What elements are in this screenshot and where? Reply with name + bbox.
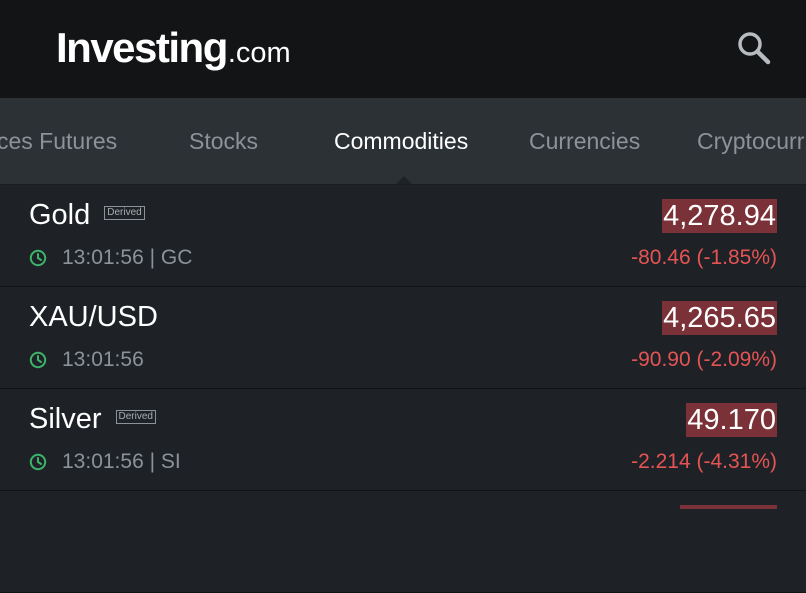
clock-icon [29, 249, 47, 267]
instrument-name: Gold [29, 199, 91, 231]
tab-stocks[interactable]: Stocks [189, 98, 258, 184]
instrument-name-wrap: Silver Derived [29, 403, 156, 436]
tab-indices-futures[interactable]: ces Futures [0, 98, 117, 184]
instrument-price: 49.170 [686, 403, 777, 437]
instrument-change: -90.90 (-2.09%) [631, 348, 777, 371]
instrument-change: -2.214 (-4.31%) [631, 450, 777, 473]
instrument-list: Gold Derived 13:01:56 | GC 4,278.94 -80.4… [0, 185, 806, 593]
instrument-row[interactable]: XAU/USD 13:01:56 4,265.65 -90.90 (-2.09%… [0, 287, 806, 389]
logo-main-text: Investing [56, 24, 228, 71]
clock-icon [29, 351, 47, 369]
tab-currencies[interactable]: Currencies [529, 98, 640, 184]
instrument-time-symbol: 13:01:56 | GC [62, 246, 193, 269]
tab-cryptocurrency[interactable]: Cryptocurr [697, 98, 804, 184]
instrument-row[interactable]: Silver Derived 13:01:56 | SI 49.170 -2.21… [0, 389, 806, 491]
search-icon[interactable] [734, 28, 774, 68]
derived-badge: Derived [115, 410, 156, 425]
instrument-meta: 13:01:56 | GC [29, 246, 192, 270]
investing-logo[interactable]: Investing .com [56, 24, 291, 72]
instrument-name-wrap: Gold Derived [29, 199, 145, 232]
logo-suffix-text: .com [227, 37, 291, 69]
instrument-time-symbol: 13:01:56 | SI [62, 450, 181, 473]
instrument-name: XAU/USD [29, 301, 158, 333]
instrument-meta: 13:01:56 [29, 348, 144, 372]
instrument-time-symbol: 13:01:56 [62, 348, 144, 371]
app-header: Investing .com [0, 0, 806, 98]
clock-icon [29, 453, 47, 471]
instrument-change: -80.46 (-1.85%) [631, 246, 777, 269]
instrument-name: Silver [29, 403, 102, 435]
instrument-price: 4,265.65 [662, 301, 777, 335]
instrument-row-partial[interactable] [0, 491, 806, 593]
derived-badge: Derived [104, 206, 145, 221]
instrument-name-wrap: XAU/USD [29, 301, 158, 334]
tab-commodities[interactable]: Commodities [334, 98, 468, 184]
instrument-price: 4,278.94 [662, 199, 777, 233]
category-tabs: ces Futures Stocks Commodities Currencie… [0, 98, 806, 185]
instrument-row[interactable]: Gold Derived 13:01:56 | GC 4,278.94 -80.4… [0, 185, 806, 287]
active-tab-indicator [396, 176, 412, 184]
instrument-price-partial [680, 505, 777, 509]
instrument-meta: 13:01:56 | SI [29, 450, 181, 474]
